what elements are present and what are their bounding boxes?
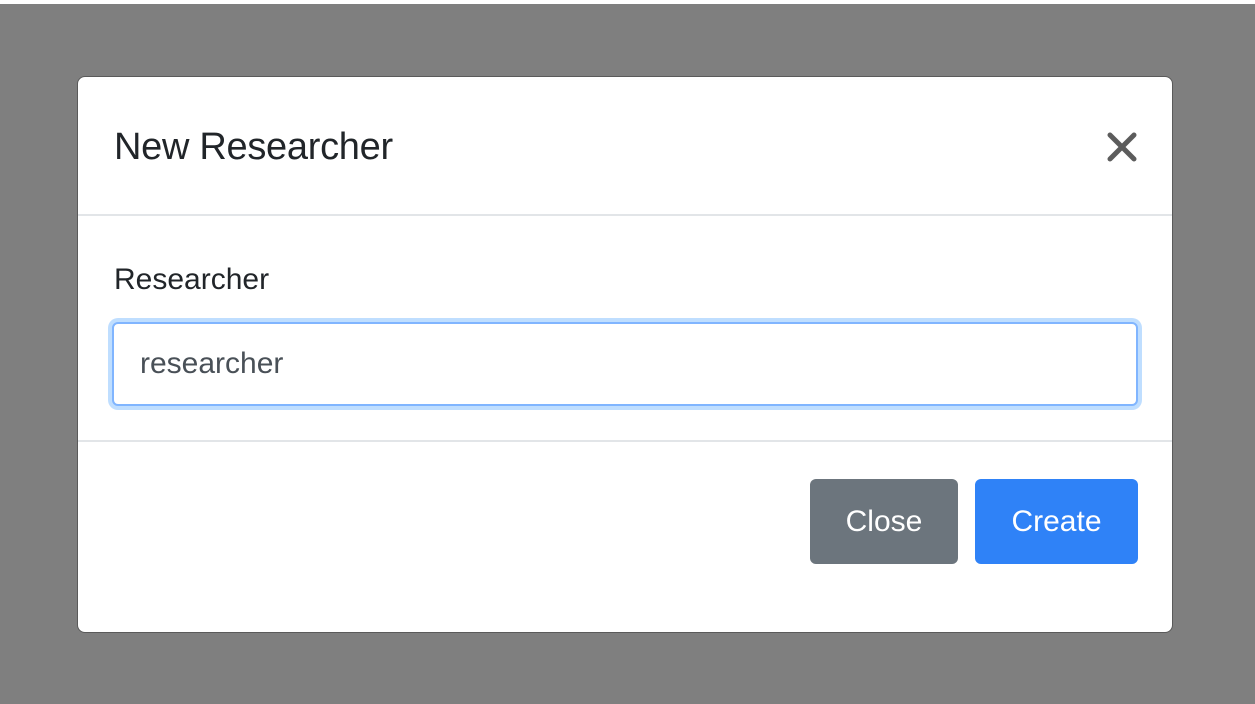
create-button[interactable]: Create (975, 479, 1138, 564)
modal-title: New Researcher (114, 126, 393, 168)
close-icon[interactable] (1104, 129, 1140, 165)
modal-header: New Researcher (78, 77, 1172, 216)
researcher-field-label: Researcher (114, 263, 270, 296)
researcher-input[interactable] (112, 322, 1138, 406)
modal-footer: Close Create (78, 442, 1172, 632)
new-researcher-dialog: New Researcher Researcher Close Create (77, 76, 1173, 633)
top-strip (0, 0, 1255, 4)
close-button[interactable]: Close (810, 479, 958, 564)
